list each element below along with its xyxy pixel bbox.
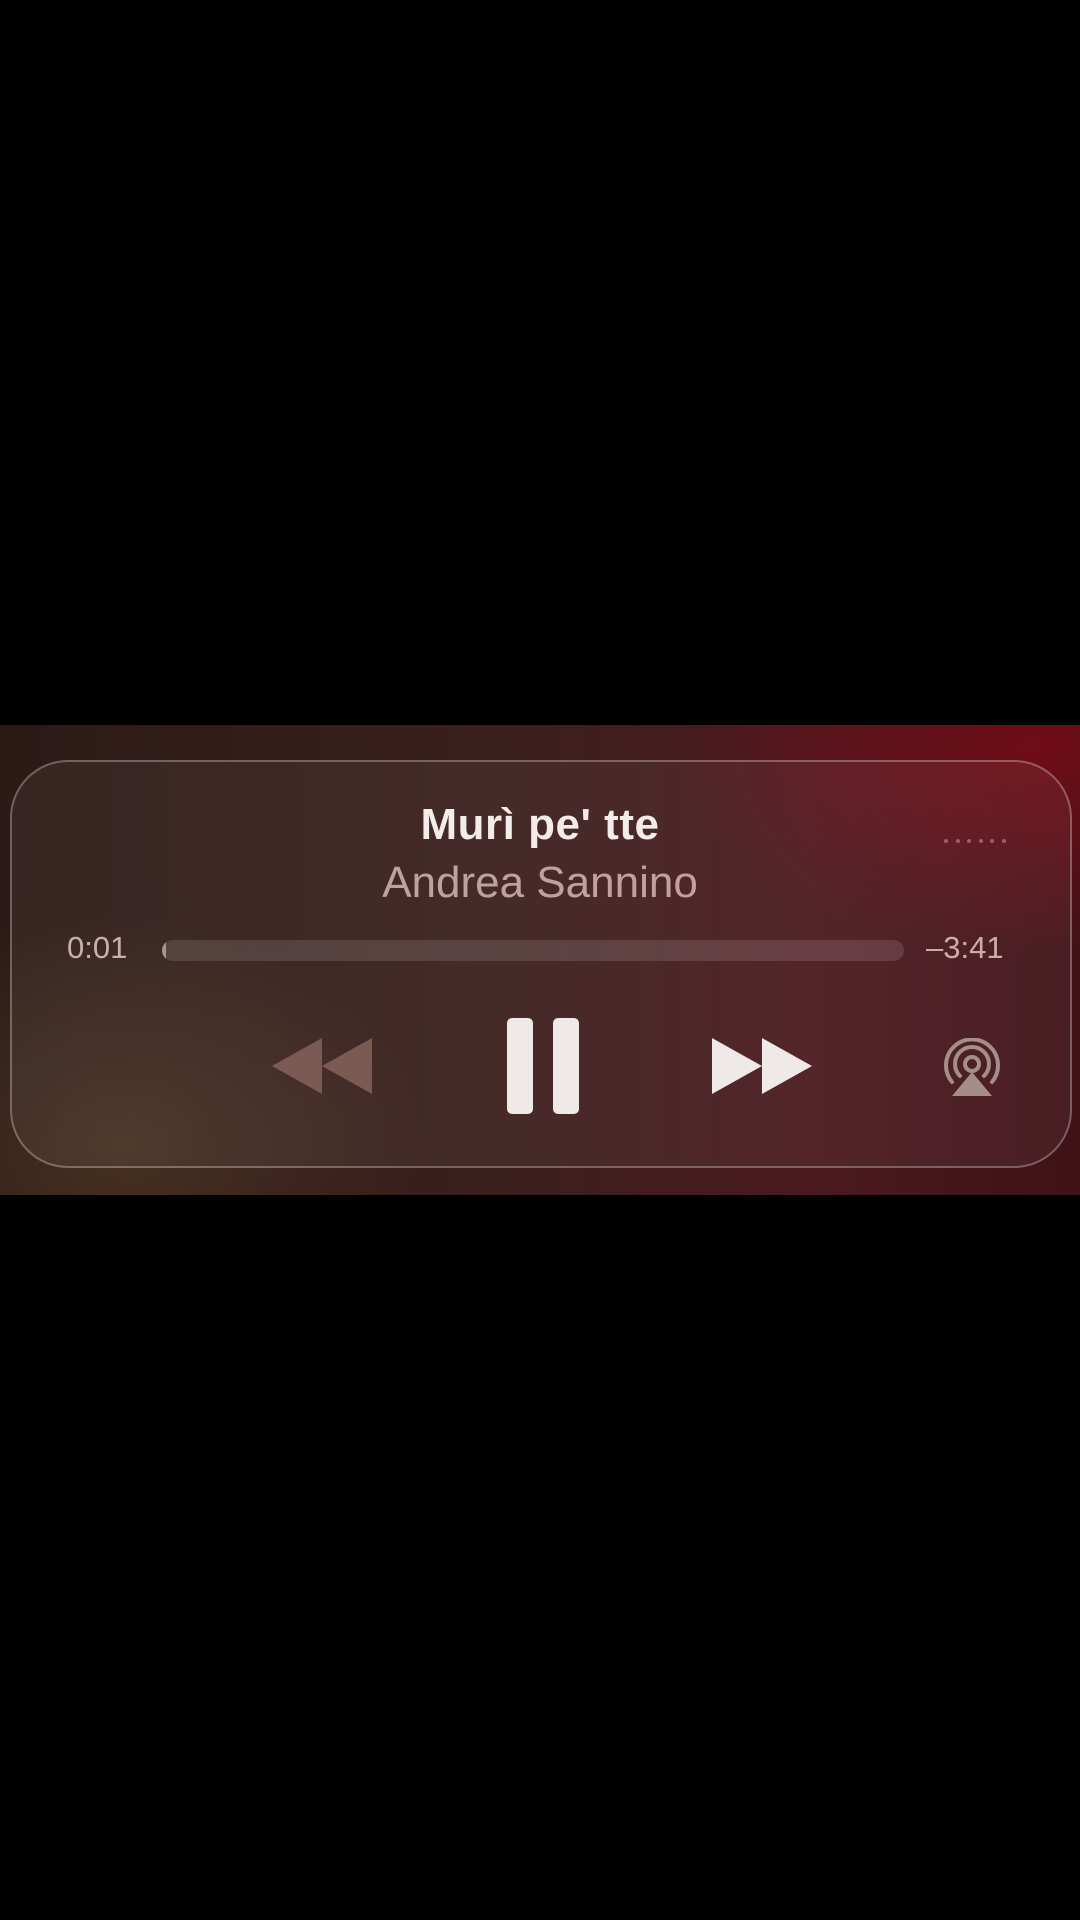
- artist-name[interactable]: Andrea Sannino: [0, 858, 1080, 908]
- airplay-icon: [944, 1037, 1000, 1096]
- pause-icon: [507, 1018, 579, 1114]
- fast-forward-icon: [712, 1038, 812, 1094]
- more-dots-icon[interactable]: [944, 829, 1006, 853]
- elapsed-time: 0:01: [67, 930, 128, 965]
- airplay-button[interactable]: [940, 1037, 1004, 1098]
- remaining-time: –3:41: [926, 930, 1004, 965]
- fast-forward-button[interactable]: [708, 1036, 814, 1096]
- song-title: Murì pe' tte: [420, 800, 660, 849]
- progress-scrubber[interactable]: [162, 940, 904, 961]
- pause-button[interactable]: [506, 1017, 580, 1115]
- screen: Murì pe' tte Andrea Sannino 0:01 –3:41: [0, 0, 1080, 1920]
- rewind-button[interactable]: [272, 1036, 378, 1096]
- rewind-icon: [272, 1038, 372, 1094]
